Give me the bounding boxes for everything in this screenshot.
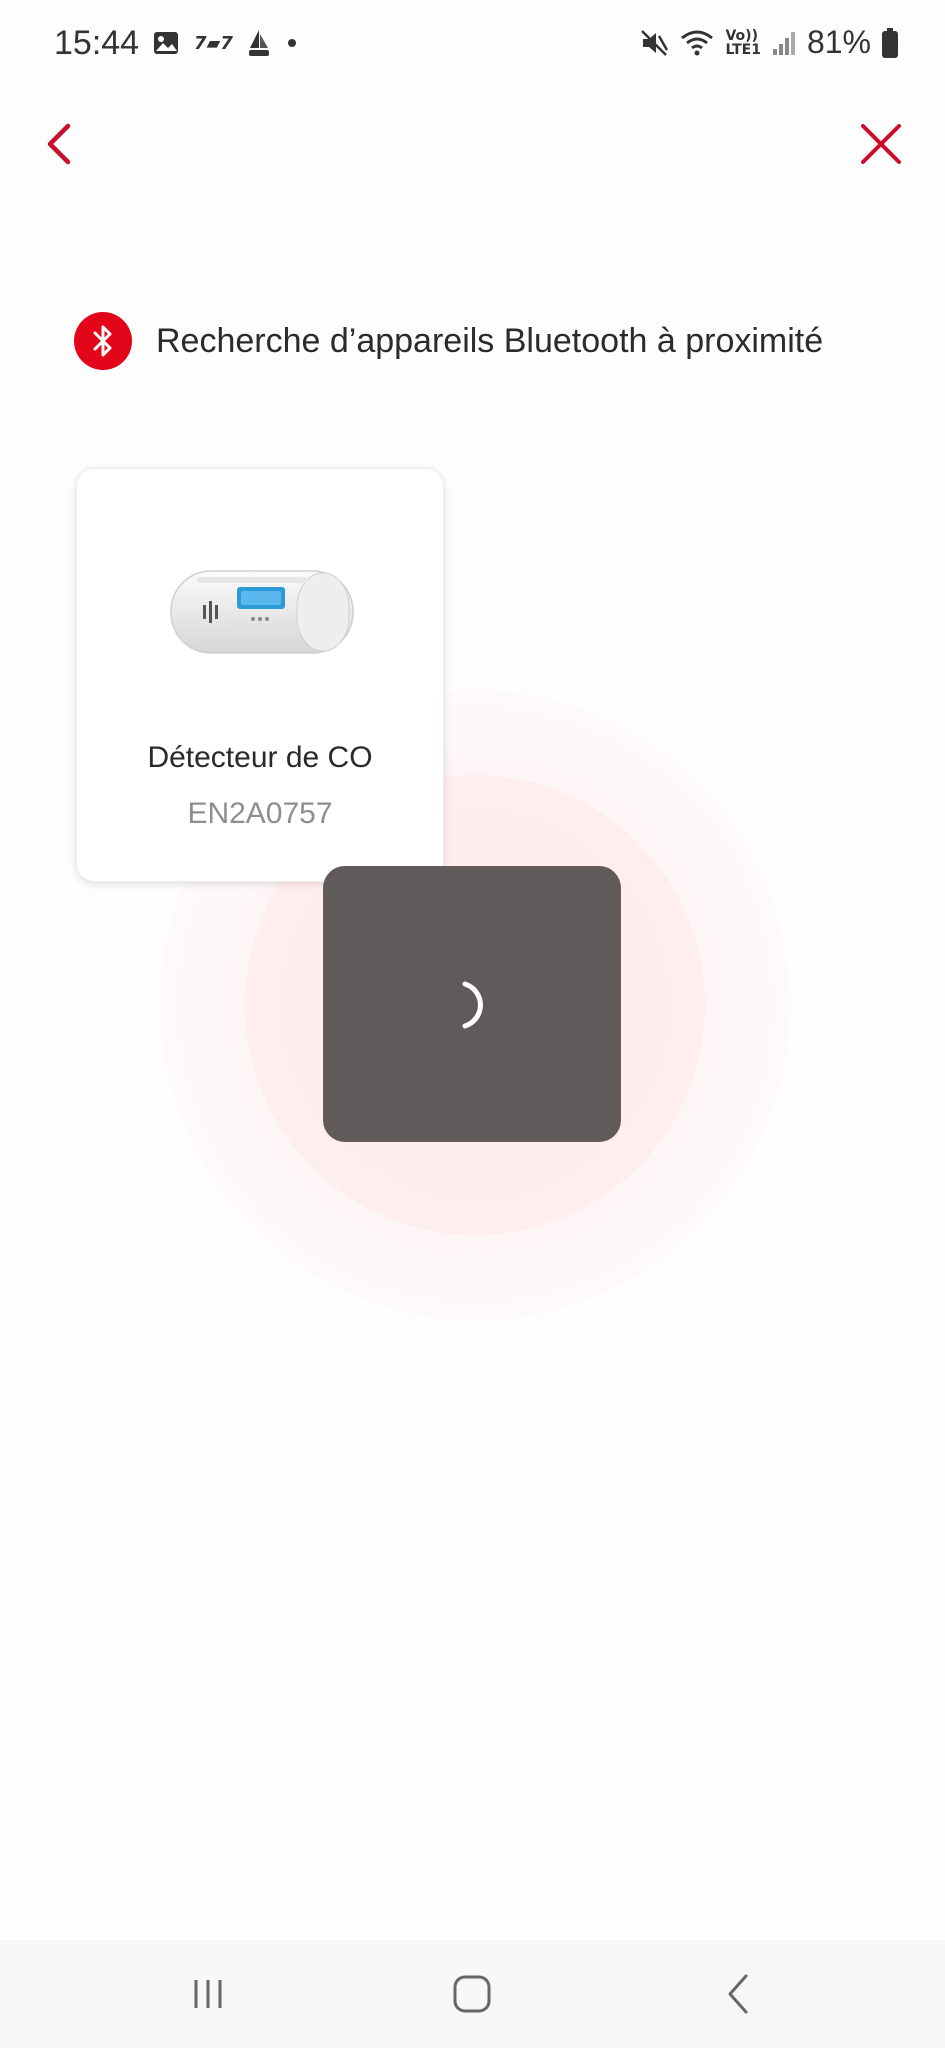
- chevron-left-icon: [47, 123, 71, 165]
- recents-button[interactable]: [178, 1966, 238, 2022]
- battery-icon: [882, 27, 898, 58]
- bluetooth-badge: [74, 312, 132, 370]
- screen: 15:44 7▰7 Vo)) LTE1 81% Recherche d’appa…: [0, 0, 945, 2048]
- wifi-icon: [681, 30, 714, 55]
- close-icon: [861, 124, 901, 164]
- close-button[interactable]: [855, 118, 907, 170]
- home-button[interactable]: [442, 1966, 502, 2022]
- status-bar: 15:44 7▰7 Vo)) LTE1 81%: [0, 0, 945, 92]
- status-time: 15:44: [54, 24, 140, 62]
- notification-app-label: 7▰7: [194, 32, 233, 54]
- loading-spinner-icon: [462, 981, 483, 1029]
- status-notification-icons: 7▰7: [152, 28, 299, 58]
- co-detector-image: [170, 570, 354, 654]
- home-icon: [453, 1975, 491, 2013]
- network-type-indicator: Vo)) LTE1: [725, 29, 760, 57]
- mute-icon: [641, 29, 669, 56]
- back-icon: [728, 1974, 748, 2014]
- gallery-icon: [154, 32, 178, 54]
- volte-label: Vo)): [725, 27, 758, 44]
- scan-title: Recherche d’appareils Bluetooth à proxim…: [156, 321, 824, 360]
- status-system-icons: Vo)) LTE1 81%: [639, 24, 899, 61]
- loading-overlay: [323, 866, 621, 1142]
- system-back-button[interactable]: [708, 1966, 768, 2022]
- device-serial: EN2A0757: [187, 797, 333, 830]
- recents-icon: [194, 1980, 222, 2008]
- battery-percentage: 81%: [806, 24, 871, 60]
- device-card[interactable]: Détecteur de CO EN2A0757: [76, 468, 444, 882]
- back-button[interactable]: [34, 118, 86, 170]
- dot-icon: [287, 39, 296, 47]
- bluetooth-icon: [93, 325, 112, 357]
- system-nav-bar: [0, 1940, 945, 2048]
- lte-label: LTE1: [725, 41, 761, 58]
- device-name: Détecteur de CO: [147, 741, 373, 774]
- signal-icon: [772, 31, 795, 55]
- boat-icon: [248, 30, 269, 56]
- scan-heading: Recherche d’appareils Bluetooth à proxim…: [74, 312, 823, 370]
